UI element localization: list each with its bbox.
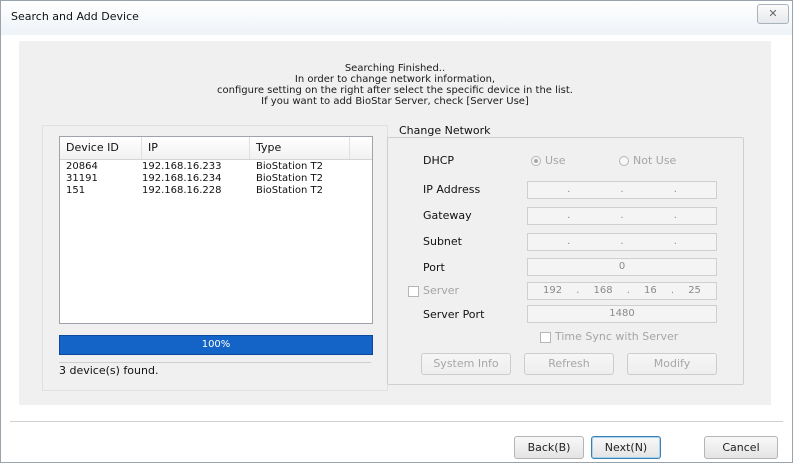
device-list[interactable]: Device ID IP Type 20864 192.168.16.233 B…: [59, 136, 373, 324]
column-header-type[interactable]: Type: [250, 137, 350, 159]
type-cell: BioStation T2: [256, 161, 323, 172]
ip-cell: 192.168.16.233: [142, 161, 222, 172]
title-bar: Search and Add Device: [1, 1, 792, 35]
dhcp-not-use-label[interactable]: Not Use: [633, 154, 676, 167]
server-ip-octet-1: 192: [543, 285, 563, 296]
dhcp-use-radio[interactable]: [531, 156, 541, 166]
refresh-button[interactable]: Refresh: [524, 353, 614, 375]
back-button[interactable]: Back(B): [514, 436, 584, 459]
dhcp-use-label[interactable]: Use: [545, 154, 566, 167]
message-line-1: Searching Finished..: [344, 63, 446, 74]
dhcp-not-use-radio[interactable]: [619, 156, 629, 166]
server-ip-octet-3: 16: [644, 285, 657, 296]
cancel-button[interactable]: Cancel: [704, 436, 778, 459]
dhcp-label: DHCP: [423, 154, 455, 167]
table-row[interactable]: 151 192.168.16.228 BioStation T2: [60, 185, 372, 197]
type-cell: BioStation T2: [256, 173, 323, 184]
subnet-label: Subnet: [423, 235, 462, 248]
table-row[interactable]: 20864 192.168.16.233 BioStation T2: [60, 161, 372, 173]
search-progress-bar: 100%: [59, 335, 373, 355]
message-line-3: configure setting on the right after sel…: [217, 85, 573, 96]
server-port-label: Server Port: [423, 308, 485, 321]
port-field[interactable]: 0: [527, 258, 717, 276]
column-header-device-id[interactable]: Device ID: [60, 137, 142, 159]
ip-cell: 192.168.16.228: [142, 185, 222, 196]
column-header-ip[interactable]: IP: [142, 137, 250, 159]
gateway-label: Gateway: [423, 209, 472, 222]
server-ip-field[interactable]: 192. 168. 16. 25: [527, 282, 717, 300]
table-row[interactable]: 31191 192.168.16.234 BioStation T2: [60, 173, 372, 185]
close-icon: ✕: [768, 7, 778, 20]
subnet-field[interactable]: ...: [527, 233, 717, 251]
close-button[interactable]: ✕: [757, 4, 789, 24]
time-sync-checkbox[interactable]: [540, 332, 551, 343]
system-info-button[interactable]: System Info: [421, 353, 511, 375]
ip-address-field[interactable]: ...: [527, 181, 717, 199]
device-id-cell: 31191: [66, 173, 98, 184]
ip-cell: 192.168.16.234: [142, 173, 222, 184]
status-text: 3 device(s) found.: [59, 362, 371, 380]
server-use-checkbox[interactable]: [408, 286, 419, 297]
message-line-4: If you want to add BioStar Server, check…: [261, 96, 529, 107]
port-label: Port: [423, 261, 445, 274]
ip-address-label: IP Address: [423, 183, 481, 196]
progress-label: 100%: [201, 339, 231, 350]
type-cell: BioStation T2: [256, 185, 323, 196]
device-list-header: Device ID IP Type: [60, 137, 372, 160]
modify-button[interactable]: Modify: [627, 353, 717, 375]
time-sync-label[interactable]: Time Sync with Server: [555, 330, 678, 343]
next-button[interactable]: Next(N): [591, 436, 661, 459]
message-line-2: In order to change network information,: [294, 74, 496, 85]
server-label[interactable]: Server: [423, 284, 459, 297]
change-network-title: Change Network: [396, 124, 494, 137]
device-id-cell: 20864: [66, 161, 98, 172]
server-ip-octet-4: 25: [688, 285, 701, 296]
window-title: Search and Add Device: [11, 10, 139, 23]
server-ip-octet-2: 168: [593, 285, 613, 296]
device-id-cell: 151: [66, 185, 86, 196]
gateway-field[interactable]: ...: [527, 207, 717, 225]
footer-separator: [10, 421, 783, 423]
server-port-field[interactable]: 1480: [527, 305, 717, 323]
